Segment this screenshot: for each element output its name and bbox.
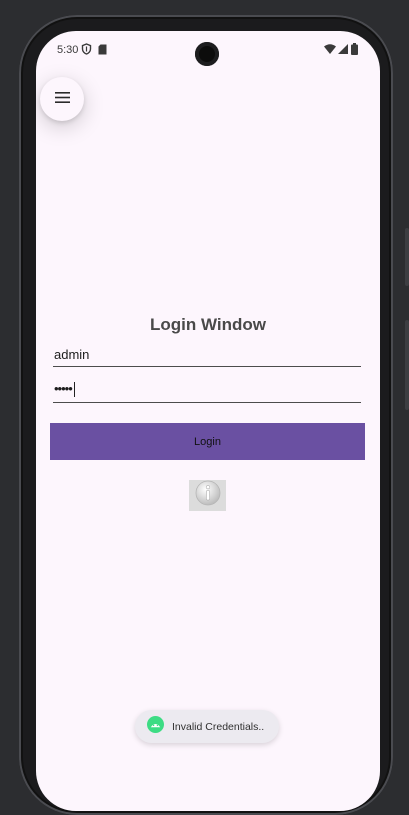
signal-icon: [338, 44, 348, 57]
text-caret: [73, 382, 76, 398]
info-button[interactable]: [189, 480, 226, 511]
hamburger-menu-icon: [54, 90, 70, 108]
shield-icon: [81, 43, 92, 58]
app-screen: 5:30 Login Window ••••• Login: [36, 31, 380, 811]
password-value: •••••: [54, 381, 76, 398]
device-volume-button: [405, 228, 409, 286]
menu-button[interactable]: [40, 77, 84, 121]
sd-card-icon: [98, 44, 107, 58]
toast-notification: Invalid Credentials..: [135, 710, 279, 743]
status-time: 5:30: [57, 44, 79, 56]
password-field[interactable]: •••••: [53, 377, 361, 403]
username-field[interactable]: [53, 343, 361, 367]
wifi-icon: [324, 44, 336, 57]
battery-icon: [351, 43, 358, 58]
device-power-button: [405, 320, 409, 410]
toast-message: Invalid Credentials..: [172, 720, 265, 733]
page-title: Login Window: [150, 315, 266, 334]
front-camera: [195, 42, 219, 66]
password-masked-text: •••••: [54, 381, 73, 396]
android-icon: [147, 715, 164, 738]
info-icon: [195, 480, 221, 511]
login-button[interactable]: Login: [50, 423, 365, 460]
